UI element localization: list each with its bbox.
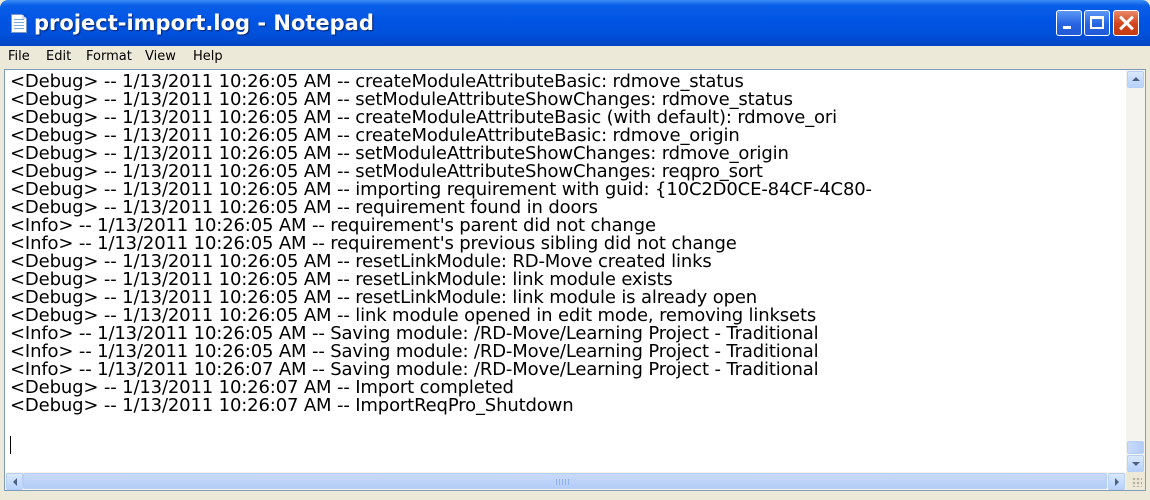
menu-view[interactable]: View <box>145 49 176 64</box>
scroll-down-button[interactable] <box>1127 455 1144 472</box>
vertical-scroll-thumb[interactable] <box>1127 441 1144 454</box>
menu-bar: File Edit Format View Help <box>4 46 1146 68</box>
text-caret <box>10 436 11 454</box>
arrow-right-icon <box>1115 478 1119 486</box>
menu-file[interactable]: File <box>8 49 30 64</box>
window-title: project-import.log - Notepad <box>34 11 374 35</box>
arrow-down-icon <box>1132 462 1140 466</box>
resize-grip[interactable] <box>1126 472 1145 490</box>
vertical-scrollbar[interactable] <box>1126 70 1145 472</box>
minimize-button[interactable] <box>1056 10 1082 36</box>
menu-format[interactable]: Format <box>86 49 132 64</box>
notepad-window: project-import.log - Notepad File Edit F… <box>0 0 1150 500</box>
arrow-left-icon <box>13 478 17 486</box>
grip-icon <box>556 479 570 485</box>
log-line: <Debug> -- 1/13/2011 10:26:07 AM -- Impo… <box>10 395 574 416</box>
notepad-app-icon[interactable] <box>11 14 27 33</box>
menu-help[interactable]: Help <box>193 49 223 64</box>
arrow-up-icon <box>1132 77 1140 81</box>
horizontal-scroll-thumb[interactable] <box>23 473 1107 489</box>
scroll-up-button[interactable] <box>1127 71 1144 88</box>
horizontal-scrollbar[interactable] <box>5 472 1126 490</box>
menu-edit[interactable]: Edit <box>46 49 71 64</box>
scroll-right-button[interactable] <box>1108 473 1125 490</box>
maximize-button[interactable] <box>1084 10 1110 36</box>
log-text-area[interactable]: <Debug> -- 1/13/2011 10:26:05 AM -- crea… <box>10 73 1126 461</box>
title-bar[interactable]: project-import.log - Notepad <box>0 0 1150 46</box>
text-editor[interactable]: <Debug> -- 1/13/2011 10:26:05 AM -- crea… <box>4 69 1146 491</box>
close-button[interactable] <box>1113 10 1139 36</box>
scroll-left-button[interactable] <box>6 473 23 490</box>
